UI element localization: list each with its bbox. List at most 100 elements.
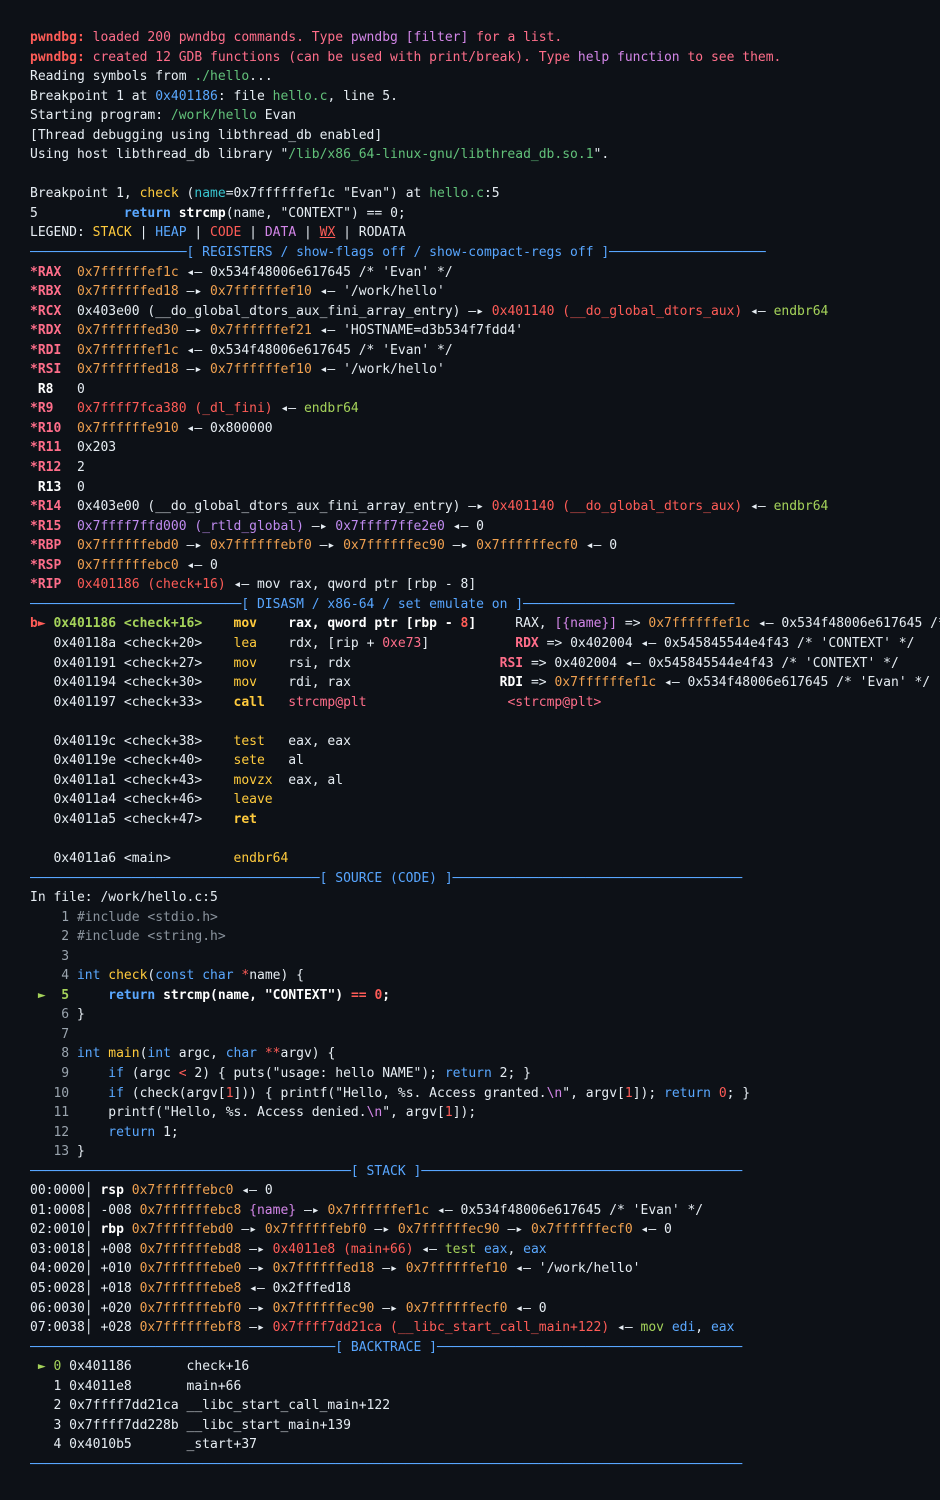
- line-segment: 0x4011a4 <check+46>: [30, 792, 234, 808]
- line-segment: 0x40119e <check+40>: [30, 753, 234, 769]
- line-segment: 0x403e00 (__do_global_dtors_aux_fini_arr…: [76, 499, 492, 515]
- line-segment: ]: [468, 616, 477, 632]
- line-segment: ,: [507, 1241, 524, 1257]
- line-segment: ◂— 0: [178, 557, 218, 573]
- separator-text: ────────────────────────────────────────…: [30, 1163, 743, 1179]
- line-segment: —▸: [374, 1261, 406, 1277]
- line-segment: ◂—: [742, 499, 774, 515]
- line-segment: *RSP: [30, 557, 77, 573]
- line-segment: char: [225, 1046, 265, 1062]
- terminal-line: 0x401194 <check+30> mov rdi, rax RDI => …: [30, 673, 940, 693]
- line-segment: created 12 GDB functions (can be used wi…: [92, 49, 578, 65]
- line-segment: mov: [233, 675, 289, 691]
- line-segment: 0x401140 (__do_global_dtors_aux): [491, 303, 743, 319]
- gdb-terminal[interactable]: pwndbg: loaded 200 pwndbg commands. Type…: [0, 0, 940, 1474]
- line-segment: 0x7ffffffef10: [405, 1261, 508, 1277]
- line-segment: : file: [217, 88, 273, 104]
- line-segment: char: [202, 968, 242, 984]
- terminal-line: Breakpoint 1 at 0x401186: file hello.c, …: [30, 87, 940, 107]
- line-segment: al: [288, 753, 304, 769]
- line-segment: *R10: [30, 420, 77, 436]
- line-segment: Breakpoint 1 at: [30, 88, 156, 104]
- line-segment: 0x7ffffffebd8: [139, 1241, 242, 1257]
- terminal-line: 9 if (argc < 2) { puts("usage: hello NAM…: [30, 1064, 940, 1084]
- line-segment: (name,: [225, 205, 281, 221]
- terminal-line: 13 }: [30, 1142, 940, 1162]
- line-segment: ; }: [507, 1065, 531, 1081]
- line-segment: 0x401186 (check+16): [76, 577, 226, 593]
- line-segment: ◂—: [609, 1320, 641, 1336]
- separator-text: ───────────────────────────────────────[…: [30, 1339, 743, 1355]
- line-segment: 0x7ffffffec90: [343, 538, 445, 554]
- line-segment: \n: [366, 1105, 383, 1121]
- terminal-line: *RDX 0x7ffffffed30 —▸ 0x7ffffffef21 ◂— '…: [30, 321, 940, 341]
- line-segment: —▸: [311, 538, 344, 554]
- line-segment: mov: [640, 1320, 672, 1336]
- terminal-line: 2 0x7ffff7dd21ca __libc_start_call_main+…: [30, 1396, 940, 1416]
- line-segment: const: [155, 968, 203, 984]
- line-segment: ", argv[: [382, 1105, 445, 1121]
- line-segment: *R14: [30, 499, 77, 515]
- line-segment: ret: [233, 811, 257, 827]
- terminal-line: *RSP 0x7ffffffebc0 ◂— 0: [30, 556, 940, 576]
- line-segment: ◂—: [413, 1241, 445, 1257]
- line-segment: 05:0028│ +018: [30, 1281, 140, 1296]
- line-segment: —▸: [178, 362, 211, 378]
- terminal-line: 0x4011a1 <check+43> movzx eax, al: [30, 771, 940, 791]
- line-segment: 0x40119c <check+38>: [30, 733, 234, 749]
- terminal-line: b► 0x401186 <check+16> mov rax, qword pt…: [30, 614, 940, 634]
- line-segment: "usage: hello NAME": [272, 1065, 422, 1081]
- line-segment: 0x7ffffffec90: [272, 1300, 375, 1316]
- line-segment: —▸: [241, 1300, 273, 1316]
- line-segment: 1: [444, 1105, 453, 1121]
- line-segment: 0x4011e8 (main+66): [272, 1241, 414, 1257]
- line-segment: 4: [30, 968, 77, 984]
- line-segment: (: [178, 186, 195, 202]
- line-segment: —▸: [366, 1222, 398, 1238]
- line-segment: argc,: [178, 1046, 226, 1062]
- line-segment: endbr64: [233, 850, 289, 866]
- line-segment: eax, eax: [288, 733, 351, 749]
- line-segment: (name,: [210, 987, 265, 1003]
- line-segment: —▸: [178, 284, 211, 300]
- line-segment: ► 0: [30, 1359, 70, 1375]
- line-segment: ]: [421, 635, 430, 651]
- line-segment: —▸: [303, 518, 336, 534]
- line-segment: (argc: [131, 1065, 179, 1081]
- line-segment: rsi, rdx: [288, 655, 351, 671]
- line-segment: —▸: [241, 1241, 273, 1257]
- line-segment: *RAX: [30, 264, 77, 280]
- line-segment: strcmp: [178, 205, 226, 221]
- line-segment: 1: [30, 909, 77, 925]
- line-segment: *RCX: [30, 303, 77, 319]
- terminal-line: 02:0010│ rbp 0x7ffffffebd0 —▸ 0x7ffffffe…: [30, 1220, 940, 1240]
- terminal-line: 0x4011a5 <check+47> ret: [30, 810, 940, 830]
- line-segment: int: [76, 968, 109, 984]
- line-segment: check+16: [186, 1359, 250, 1375]
- line-segment: 0x7ffffffed30: [76, 323, 179, 339]
- terminal-line: 07:0038│ +028 0x7ffffffebf8 —▸ 0x7ffff7d…: [30, 1318, 940, 1338]
- terminal-line: *RIP 0x401186 (check+16) ◂— mov rax, qwo…: [30, 575, 940, 595]
- terminal-line: *RDI 0x7ffffffef1c ◂— 0x534f48006e617645…: [30, 341, 940, 361]
- line-segment: 0xe73: [382, 635, 422, 651]
- line-segment: 0x7ffffffebc0: [76, 557, 179, 573]
- line-segment: 0x203: [76, 440, 117, 456]
- section-separator: ────────────────────[ REGISTERS / show-f…: [30, 243, 940, 263]
- line-segment: return: [664, 1085, 719, 1101]
- line-segment: 0x7ffffffed18: [76, 284, 179, 300]
- line-segment: |: [241, 225, 265, 241]
- line-segment: eax: [710, 1320, 735, 1336]
- line-segment: |: [186, 225, 211, 241]
- line-segment: if: [108, 1085, 132, 1101]
- line-segment: ==: [350, 987, 367, 1003]
- line-segment: 2: [30, 929, 77, 945]
- line-segment: sete: [233, 753, 289, 769]
- line-segment: 0x7ffffffecf0: [476, 538, 578, 554]
- line-segment: ◂— 'HOSTNAME=d3b534f7fdd4': [311, 323, 524, 339]
- line-segment: RSI: [499, 655, 524, 671]
- separator-text: ─────────────────────────────────────[ S…: [30, 870, 743, 886]
- line-segment: 1: [624, 1085, 633, 1101]
- terminal-line: 3: [30, 947, 940, 967]
- terminal-line: *R15 0x7ffff7ffd000 (_rtld_global) —▸ 0x…: [30, 517, 940, 537]
- line-segment: return: [108, 1124, 164, 1140]
